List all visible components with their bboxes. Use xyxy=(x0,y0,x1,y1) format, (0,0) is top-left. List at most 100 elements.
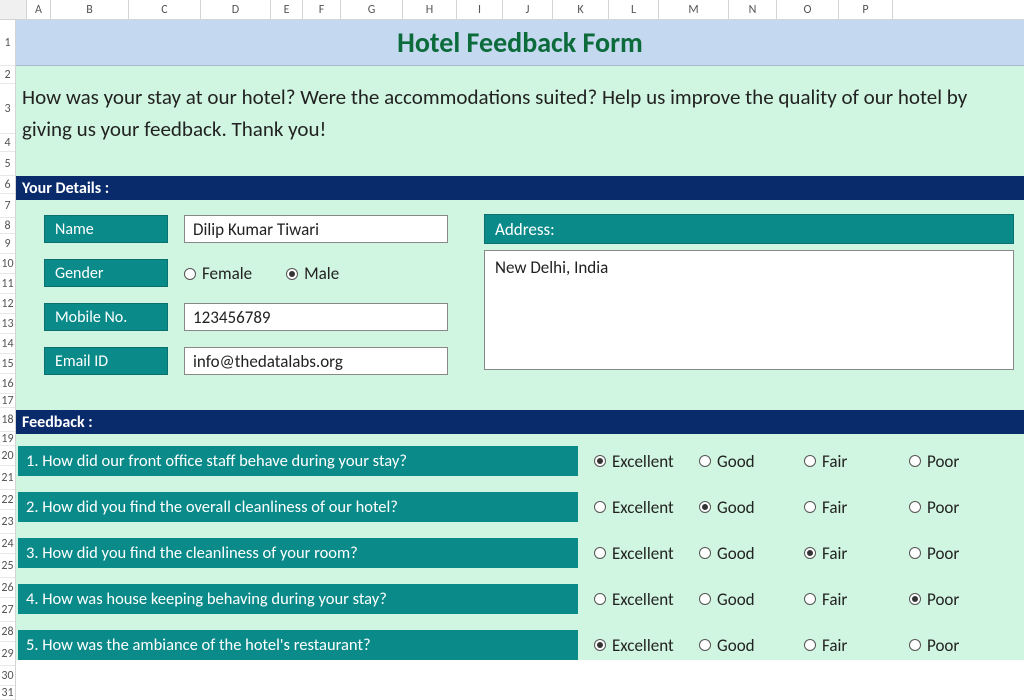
rating-group-2: Excellent GoodFairPoor xyxy=(594,497,1014,518)
row-header-12[interactable]: 12 xyxy=(0,294,15,314)
row-headers: 1234567891011121314151617181920212223242… xyxy=(0,20,16,700)
rating-excellent-option[interactable]: Excellent xyxy=(594,451,699,472)
row-header-23[interactable]: 23 xyxy=(0,510,15,534)
rating-excellent-option[interactable]: Excellent xyxy=(594,635,699,656)
radio-icon xyxy=(804,593,816,605)
name-input[interactable]: Dilip Kumar Tiwari xyxy=(184,215,448,243)
feedback-row-2: 2. How did you find the overall cleanlin… xyxy=(18,492,1014,522)
column-header-g[interactable]: G xyxy=(341,0,403,19)
column-header-o[interactable]: O xyxy=(777,0,839,19)
row-header-5[interactable]: 5 xyxy=(0,152,15,176)
row-header-7[interactable]: 7 xyxy=(0,194,15,218)
rating-excellent-option[interactable]: Excellent xyxy=(594,589,699,610)
column-header-c[interactable]: C xyxy=(129,0,201,19)
rating-poor-option[interactable]: Poor xyxy=(909,589,1014,610)
mobile-input[interactable]: 123456789 xyxy=(184,303,448,331)
row-header-8[interactable]: 8 xyxy=(0,218,15,234)
row-header-22[interactable]: 22 xyxy=(0,490,15,510)
question-3: 3. How did you find the cleanliness of y… xyxy=(18,538,578,568)
row-header-14[interactable]: 14 xyxy=(0,334,15,354)
rating-fair-option[interactable]: Fair xyxy=(804,497,909,518)
section-your-details: Your Details : xyxy=(16,176,1024,200)
row-header-15[interactable]: 15 xyxy=(0,354,15,374)
rating-fair-option[interactable]: Fair xyxy=(804,589,909,610)
radio-icon xyxy=(594,501,606,513)
rating-fair-option[interactable]: Fair xyxy=(804,635,909,656)
radio-icon xyxy=(699,547,711,559)
row-header-24[interactable]: 24 xyxy=(0,534,15,554)
details-panel: Name Dilip Kumar Tiwari Gender Female Ma… xyxy=(16,200,1024,410)
email-input[interactable]: info@thedatalabs.org xyxy=(184,347,448,375)
row-header-20[interactable]: 20 xyxy=(0,446,15,466)
row-header-16[interactable]: 16 xyxy=(0,374,15,394)
rating-poor-option[interactable]: Poor xyxy=(909,635,1014,656)
column-header-i[interactable]: I xyxy=(457,0,503,19)
section-feedback-label: Feedback : xyxy=(22,413,93,432)
rating-fair-option[interactable]: Fair xyxy=(804,451,909,472)
row-header-6[interactable]: 6 xyxy=(0,176,15,194)
column-header-k[interactable]: K xyxy=(553,0,609,19)
row-header-28[interactable]: 28 xyxy=(0,622,15,642)
column-header-e[interactable]: E xyxy=(271,0,303,19)
section-your-details-label: Your Details : xyxy=(22,179,109,198)
column-header-h[interactable]: H xyxy=(403,0,457,19)
address-label: Address: xyxy=(484,214,1014,244)
row-header-27[interactable]: 27 xyxy=(0,598,15,622)
row-header-3[interactable]: 3 xyxy=(0,84,15,134)
mobile-label: Mobile No. xyxy=(44,303,168,331)
row-header-9[interactable]: 9 xyxy=(0,234,15,254)
column-header-a[interactable]: A xyxy=(27,0,51,19)
rating-excellent-option[interactable]: Excellent xyxy=(594,497,699,518)
column-header-m[interactable]: M xyxy=(659,0,729,19)
column-header-f[interactable]: F xyxy=(303,0,341,19)
row-header-21[interactable]: 21 xyxy=(0,466,15,490)
row-header-2[interactable]: 2 xyxy=(0,66,15,84)
row-header-18[interactable]: 18 xyxy=(0,408,15,432)
question-2: 2. How did you find the overall cleanlin… xyxy=(18,492,578,522)
gender-male-label: Male xyxy=(304,263,339,284)
column-header-l[interactable]: L xyxy=(609,0,659,19)
rating-good-option[interactable]: Good xyxy=(699,589,804,610)
gender-female-option[interactable]: Female xyxy=(184,263,252,284)
radio-icon xyxy=(594,547,606,559)
row-header-26[interactable]: 26 xyxy=(0,578,15,598)
column-header-j[interactable]: J xyxy=(503,0,553,19)
radio-icon xyxy=(286,268,298,280)
rating-excellent-option[interactable]: Excellent xyxy=(594,543,699,564)
rating-good-option[interactable]: Good xyxy=(699,543,804,564)
column-header-n[interactable]: N xyxy=(729,0,777,19)
rating-excellent-label: Excellent xyxy=(612,589,674,610)
select-all-corner[interactable] xyxy=(0,0,27,19)
row-header-10[interactable]: 10 xyxy=(0,254,15,274)
row-header-11[interactable]: 11 xyxy=(0,274,15,294)
gender-female-label: Female xyxy=(202,263,252,284)
rating-good-option[interactable]: Good xyxy=(699,497,804,518)
feedback-row-4: 4. How was house keeping behaving during… xyxy=(18,584,1014,614)
row-header-17[interactable]: 17 xyxy=(0,394,15,408)
column-header-p[interactable]: P xyxy=(839,0,893,19)
radio-icon xyxy=(804,547,816,559)
rating-poor-option[interactable]: Poor xyxy=(909,497,1014,518)
address-input[interactable]: New Delhi, India xyxy=(484,250,1014,370)
row-header-13[interactable]: 13 xyxy=(0,314,15,334)
row-header-29[interactable]: 29 xyxy=(0,642,15,666)
rating-excellent-label: Excellent xyxy=(612,497,674,518)
rating-good-option[interactable]: Good xyxy=(699,635,804,656)
radio-icon xyxy=(699,639,711,651)
row-header-30[interactable]: 30 xyxy=(0,666,15,686)
row-header-19[interactable]: 19 xyxy=(0,432,15,446)
column-header-d[interactable]: D xyxy=(201,0,271,19)
row-header-1[interactable]: 1 xyxy=(0,20,15,66)
question-4: 4. How was house keeping behaving during… xyxy=(18,584,578,614)
rating-good-option[interactable]: Good xyxy=(699,451,804,472)
section-feedback: Feedback : xyxy=(16,410,1024,434)
gender-male-option[interactable]: Male xyxy=(286,263,339,284)
rating-poor-option[interactable]: Poor xyxy=(909,543,1014,564)
rating-excellent-label: Excellent xyxy=(612,635,674,656)
row-header-4[interactable]: 4 xyxy=(0,134,15,152)
rating-poor-option[interactable]: Poor xyxy=(909,451,1014,472)
rating-fair-option[interactable]: Fair xyxy=(804,543,909,564)
column-header-b[interactable]: B xyxy=(51,0,129,19)
row-header-25[interactable]: 25 xyxy=(0,554,15,578)
row-header-31[interactable]: 31 xyxy=(0,686,15,700)
